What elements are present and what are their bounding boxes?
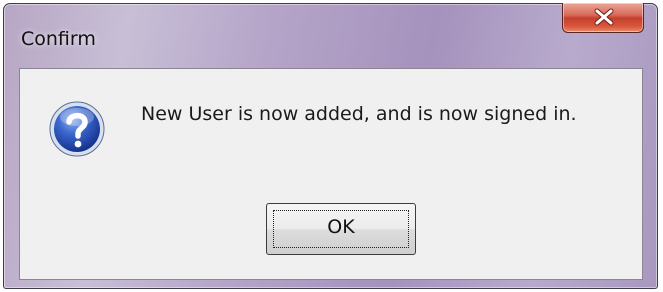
dialog-message: New User is now added, and is now signed… <box>141 103 577 125</box>
question-icon <box>49 101 105 157</box>
close-icon <box>594 8 614 26</box>
dialog-content: New User is now added, and is now signed… <box>19 68 643 280</box>
close-button[interactable] <box>562 3 644 33</box>
window-title: Confirm <box>21 28 96 50</box>
ok-button-label: OK <box>327 216 355 238</box>
ok-button[interactable]: OK <box>266 203 416 255</box>
confirm-dialog-window: Confirm New User is now added, and is no… <box>3 3 658 289</box>
